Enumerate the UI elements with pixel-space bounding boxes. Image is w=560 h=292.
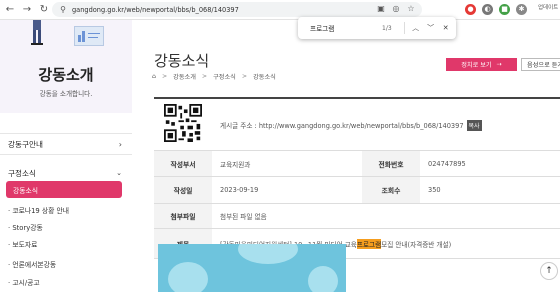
table-row: 작성부서 교육지원과 전화번호 024747895 (154, 151, 560, 177)
post-address-text: 게시글 주소 : http://www.gangdong.go.kr/web/n… (220, 122, 464, 130)
image-shape (168, 262, 208, 292)
copy-address-button[interactable]: 복사 (466, 119, 482, 131)
bookmark-star-icon[interactable]: ☆ (406, 4, 416, 14)
extension-icon[interactable]: ◐ (482, 4, 493, 15)
phone-value: 024747895 (428, 159, 466, 168)
chevron-down-icon: ⌄ (116, 169, 122, 177)
post-address: 게시글 주소 : http://www.gangdong.go.kr/web/n… (220, 99, 482, 151)
chevron-right-icon: › (118, 139, 122, 149)
find-count: 1/3 (382, 24, 392, 32)
phone-label: 전화번호 (362, 151, 420, 176)
profile-update-button[interactable]: 업데이트 (538, 3, 558, 11)
url-text: gangdong.go.kr/web/newportal/bbs/b_068/1… (72, 5, 239, 14)
date-label: 작성일 (154, 177, 212, 203)
breadcrumb-separator: > (161, 73, 168, 80)
back-icon[interactable]: ← (3, 3, 17, 17)
audio-button[interactable]: 음성으로 듣기 (521, 58, 560, 71)
find-next-icon[interactable]: ﹀ (427, 23, 435, 33)
sidebar-subitem[interactable]: · 보도자료 (8, 237, 128, 251)
puzzle-icon[interactable]: ✱ (516, 4, 527, 15)
views-value: 350 (428, 186, 441, 194)
scroll-to-top-button[interactable]: ↑ (540, 262, 558, 280)
image-shape (308, 266, 338, 292)
share-button[interactable]: 정치로 보기 ⇢ (446, 58, 517, 71)
breadcrumb-item[interactable]: 강동소개 (173, 72, 196, 81)
extension-icon[interactable]: ■ (499, 4, 510, 15)
breadcrumb-separator: > (201, 73, 208, 80)
sidebar-subitem[interactable]: · Story강동 (8, 220, 128, 234)
sidebar-subitem[interactable]: · 언론에서본강동 (8, 257, 128, 271)
address-bar[interactable]: ⚲ gangdong.go.kr/web/newportal/bbs/b_068… (52, 2, 422, 17)
find-previous-icon[interactable]: ︿ (412, 23, 420, 33)
table-row: 작성일 2023-09-19 조회수 350 (154, 177, 560, 204)
home-icon[interactable]: ⌂ (152, 73, 156, 80)
table-row: 첨부파일 첨부된 파일 없음 (154, 204, 560, 229)
board-bar (82, 31, 85, 42)
sidebar-subitem[interactable]: · 코로나19 상황 안내 (8, 203, 128, 217)
views-label: 조회수 (362, 177, 420, 203)
breadcrumb: ⌂ > 강동소개 > 구정소식 > 강동소식 (152, 72, 276, 81)
share-button-label: 정치로 보기 (461, 62, 492, 69)
qr-code-icon (164, 104, 202, 142)
reload-icon[interactable]: ↻ (37, 3, 51, 17)
person-illustration (31, 20, 43, 45)
sidebar-item-label: 강동구안내 (8, 139, 43, 149)
table-row: 게시글 주소 : http://www.gangdong.go.kr/web/n… (154, 99, 560, 151)
sidebar-group-label: 구정소식 (8, 168, 36, 178)
find-bar: 프로그램 1/3 ︿ ﹀ ✕ (298, 17, 456, 39)
post-image (158, 244, 346, 292)
site-info-icon[interactable]: ⚲ (58, 5, 68, 15)
attach-value: 첨부된 파일 없음 (220, 213, 267, 221)
page-icon[interactable]: ▣ (376, 4, 386, 14)
find-close-icon[interactable]: ✕ (442, 24, 450, 32)
sidebar-hero: 강동소개 강동을 소개합니다. (0, 20, 132, 113)
subject-text: 모집 안내(자격증반 개설) (381, 240, 452, 249)
dept-label: 작성부서 (154, 151, 212, 176)
post-info-table: 게시글 주소 : http://www.gangdong.go.kr/web/n… (154, 97, 560, 259)
chart-board-illustration (74, 26, 104, 46)
sidebar-item-gangdong-guide[interactable]: 강동구안내 › (0, 133, 132, 155)
arrow-up-icon: ↑ (545, 266, 553, 276)
sidebar-subtitle: 강동을 소개합니다. (39, 90, 93, 98)
breadcrumb-item[interactable]: 강동소식 (253, 72, 276, 81)
sidebar-group-news[interactable]: 구정소식 ⌄ (0, 165, 132, 181)
extension-icon[interactable]: ● (465, 4, 476, 15)
sidebar-subitem[interactable]: · 고시/공고 (8, 275, 128, 289)
board-line (88, 33, 100, 34)
date-value: 2023-09-19 (220, 186, 259, 194)
dept-value: 교육지원과 (220, 160, 251, 169)
eye-off-icon[interactable]: ◎ (391, 4, 401, 14)
board-bar (78, 35, 81, 42)
sidebar: 강동소개 강동을 소개합니다. 강동구안내 › 구정소식 ⌄ 강동소식 · 코로… (0, 20, 132, 292)
divider (403, 22, 405, 34)
breadcrumb-separator: > (241, 73, 248, 80)
attach-label: 첨부파일 (154, 204, 212, 228)
search-highlight: 프로그램 (356, 238, 382, 249)
forward-icon[interactable]: → (20, 3, 34, 17)
share-icon: ⇢ (496, 61, 502, 68)
find-input[interactable]: 프로그램 (310, 23, 380, 33)
browser-toolbar: ← → ↻ ⚲ gangdong.go.kr/web/newportal/bbs… (0, 0, 560, 20)
sidebar-item-gangdong-news[interactable]: 강동소식 (6, 181, 122, 198)
image-shape (238, 244, 298, 264)
sidebar-title: 강동소개 (38, 66, 94, 84)
board-line (88, 37, 98, 38)
page-title: 강동소식 (154, 52, 210, 70)
sidebar-item-label: 강동소식 (13, 186, 39, 195)
breadcrumb-item[interactable]: 구정소식 (213, 72, 236, 81)
